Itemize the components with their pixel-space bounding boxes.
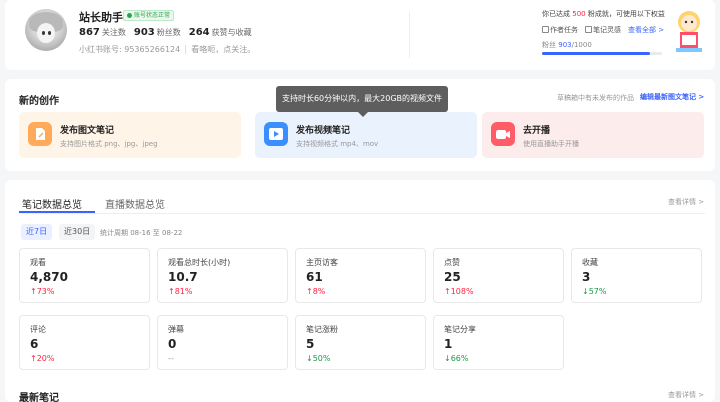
metric-value: 5 [306,337,315,351]
rights-title: 你已达成 500 粉成就，可使用以下权益 [542,10,665,18]
metric-value: 10.7 [168,270,198,284]
rights-links: 作者任务 笔记灵感 查看全部 > [542,25,670,35]
metric-profile-visitors[interactable]: 主页访客 61 ↑8% [295,248,426,303]
metric-value: 3 [582,270,591,284]
divider [409,12,410,58]
metric-value: 0 [168,337,177,351]
metric-value: 1 [444,337,453,351]
latest-notes-title: 最新笔记 [19,393,59,402]
metric-value: 6 [30,337,39,351]
edit-latest-note-link[interactable]: 编辑最新图文笔记 > [640,92,704,102]
stat-following[interactable]: 867 关注数 [79,27,126,38]
metric-label: 笔记涨粉 [306,325,338,334]
metric-change: ↑73% [30,287,55,296]
tab-live-overview[interactable]: 直播数据总览 [105,196,165,211]
stat-fans[interactable]: 903 粉丝数 [134,27,181,38]
publish-video-note-tile[interactable]: 发布视频笔记 支持视频格式 mp4、mov [255,112,477,158]
note-inspiration-link[interactable]: 笔记灵感 [585,25,621,35]
active-tab-indicator [19,211,95,213]
metric-value: 25 [444,270,461,284]
view-all-link[interactable]: 查看全部 > [628,25,664,35]
tile-title: 去开播 [523,126,551,136]
metric-new-fans[interactable]: 笔记涨粉 5 ↓50% [295,315,426,370]
tile-title: 发布视频笔记 [296,126,351,136]
divider [185,45,187,54]
bio: 看咯呃，点关注。 [191,45,256,54]
metric-label: 主页访客 [306,258,338,267]
metric-change: ↑108% [444,287,474,296]
metric-comments[interactable]: 评论 6 ↑20% [19,315,150,370]
live-camera-icon [491,122,515,146]
metric-change: ↑8% [306,287,326,296]
metric-favorites[interactable]: 收藏 3 ↓57% [571,248,702,303]
metric-change: ↓66% [444,354,469,363]
mascot-illustration [676,11,702,52]
go-live-tile[interactable]: 去开播 使用直播助手开播 [482,112,704,158]
creation-title: 新的创作 [19,96,59,107]
task-icon [542,26,549,33]
latest-notes-detail-link[interactable]: 查看详情 > [668,390,704,400]
image-note-icon [28,122,52,146]
metric-views[interactable]: 观看 4,870 ↑73% [19,248,150,303]
tile-desc: 使用直播助手开播 [523,140,579,148]
profile-stats: 867 关注数 903 粉丝数 264 获赞与收藏 [79,27,252,38]
status-badge: 账号状态正常 [123,10,175,21]
profile-card: 站长助手 账号状态正常 867 关注数 903 粉丝数 264 获赞与收藏 小红书账号… [5,0,715,70]
publish-image-note-tile[interactable]: 发布图文笔记 支持图片格式 png、jpg、jpeg [19,112,241,158]
metric-label: 收藏 [582,258,598,267]
period-30d-button[interactable]: 近30日 [59,224,96,240]
check-icon [127,13,132,18]
period-7d-button[interactable]: 近7日 [21,224,53,240]
fans-progress-bar [542,52,662,55]
metric-danmaku[interactable]: 弹幕 0 -- [157,315,288,370]
metric-change: ↓50% [306,354,331,363]
stat-likes[interactable]: 264 获赞与收藏 [189,27,252,38]
metric-shares[interactable]: 笔记分享 1 ↓66% [433,315,564,370]
drafts-hint: 草稿箱中有未发布的作品 [557,94,634,102]
username: 站长助手 [79,11,123,24]
metric-value: 4,870 [30,270,68,284]
metric-change: -- [168,354,174,363]
fans-progress-text: 粉丝 903/1000 [542,41,592,49]
metric-value: 61 [306,270,323,284]
video-upload-tooltip: 支持时长60分钟以内，最大20GB的视频文件 [276,86,448,117]
data-overview-card: 笔记数据总览 直播数据总览 查看详情 > 近7日 近30日 统计周期 08-16… [5,180,715,402]
tab-notes-overview[interactable]: 笔记数据总览 [22,196,82,211]
account-info: 小红书账号: 95365266124 看咯呃，点关注。 [79,44,255,55]
video-play-icon [264,122,288,146]
metric-label: 点赞 [444,258,460,267]
avatar[interactable] [25,9,67,51]
divider [19,213,705,214]
metric-change: ↑81% [168,287,193,296]
metric-label: 弹幕 [168,325,184,334]
metric-label: 观看 [30,258,46,267]
tile-desc: 支持图片格式 png、jpg、jpeg [60,140,158,148]
metric-watch-time[interactable]: 观看总时长(小时) 10.7 ↑81% [157,248,288,303]
metric-likes[interactable]: 点赞 25 ↑108% [433,248,564,303]
tile-desc: 支持视频格式 mp4、mov [296,140,379,148]
account-id: 小红书账号: 95365266124 [79,45,181,54]
metric-change: ↑20% [30,354,55,363]
period-range: 统计周期 08-16 至 08-22 [100,229,183,237]
status-badge-label: 账号状态正常 [134,12,171,19]
author-tasks-link[interactable]: 作者任务 [542,25,578,35]
rights-panel: 你已达成 500 粉成就，可使用以下权益 作者任务 笔记灵感 查看全部 > 粉丝… [542,9,670,55]
bulb-icon [585,26,592,33]
metric-change: ↓57% [582,287,607,296]
view-detail-link[interactable]: 查看详情 > [668,197,704,207]
metric-label: 笔记分享 [444,325,476,334]
metric-label: 评论 [30,325,46,334]
tile-title: 发布图文笔记 [60,126,115,136]
metric-label: 观看总时长(小时) [168,258,231,267]
